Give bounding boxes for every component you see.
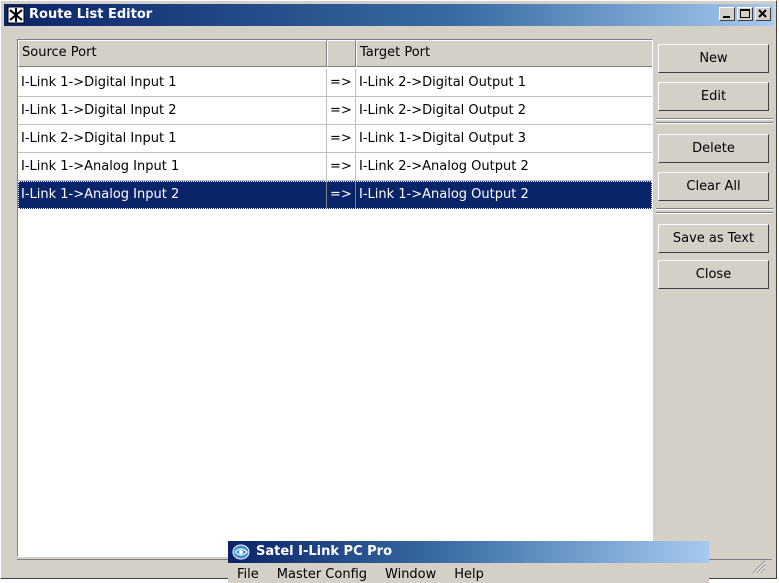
arrow-cell: => [327, 69, 356, 97]
minimize-icon [723, 16, 730, 18]
close-button[interactable]: Close [658, 260, 769, 289]
new-button[interactable]: New [658, 44, 769, 73]
table-row-selected[interactable]: I-Link 1->Analog Input 2 => I-Link 1->An… [18, 181, 652, 209]
column-header-source-port[interactable]: Source Port [18, 40, 327, 67]
source-port-cell: I-Link 1->Analog Input 1 [18, 153, 327, 181]
arrow-cell: => [327, 97, 356, 125]
window-title: Route List Editor [29, 7, 153, 22]
target-port-cell: I-Link 1->Digital Output 3 [356, 125, 652, 153]
table-row[interactable]: I-Link 1->Analog Input 1 => I-Link 2->An… [18, 153, 652, 181]
target-port-cell: I-Link 2->Analog Output 2 [356, 153, 652, 181]
delete-button[interactable]: Delete [658, 134, 769, 163]
separator [656, 212, 773, 214]
close-window-button[interactable] [755, 7, 771, 21]
focus-rectangle [18, 181, 652, 209]
satel-logo-icon [232, 544, 250, 560]
menu-master-config[interactable]: Master Config [268, 563, 376, 583]
maximize-button[interactable] [737, 7, 753, 21]
source-port-cell: I-Link 1->Digital Input 2 [18, 97, 327, 125]
table-row[interactable]: I-Link 2->Digital Input 1 => I-Link 1->D… [18, 125, 652, 153]
menu-window[interactable]: Window [376, 563, 445, 583]
table-row[interactable]: I-Link 1->Digital Input 1 => I-Link 2->D… [18, 69, 652, 97]
route-list-editor-window: Route List Editor Source Port Target Por… [0, 0, 777, 579]
background-app-window[interactable]: Satel I-Link PC Pro File Master Config W… [228, 541, 709, 583]
menu-help[interactable]: Help [445, 563, 493, 583]
minimize-button[interactable] [719, 7, 735, 21]
edit-button[interactable]: Edit [658, 82, 769, 111]
title-bar[interactable]: Route List Editor [4, 4, 773, 26]
arrow-cell: => [327, 125, 356, 153]
separator [656, 208, 773, 210]
list-header: Source Port Target Port [18, 40, 652, 68]
column-header-target-port[interactable]: Target Port [356, 40, 652, 67]
resize-grip-icon[interactable] [752, 560, 766, 574]
clear-all-button[interactable]: Clear All [658, 172, 769, 201]
background-app-title: Satel I-Link PC Pro [256, 544, 393, 559]
source-port-cell: I-Link 1->Digital Input 1 [18, 69, 327, 97]
close-icon [758, 9, 767, 18]
arrow-cell: => [327, 153, 356, 181]
column-header-arrow[interactable] [327, 40, 356, 67]
route-list[interactable]: Source Port Target Port I-Link 1->Digita… [17, 39, 653, 557]
separator [656, 122, 773, 124]
app-icon [7, 6, 25, 24]
menu-file[interactable]: File [228, 563, 268, 583]
source-port-cell: I-Link 2->Digital Input 1 [18, 125, 327, 153]
target-port-cell: I-Link 2->Digital Output 2 [356, 97, 652, 125]
separator [656, 118, 773, 120]
target-port-cell: I-Link 2->Digital Output 1 [356, 69, 652, 97]
background-app-title-bar[interactable]: Satel I-Link PC Pro [228, 541, 709, 563]
save-as-text-button[interactable]: Save as Text [658, 224, 769, 253]
maximize-icon [740, 9, 750, 18]
table-row[interactable]: I-Link 1->Digital Input 2 => I-Link 2->D… [18, 97, 652, 125]
menu-bar: File Master Config Window Help [228, 563, 709, 583]
